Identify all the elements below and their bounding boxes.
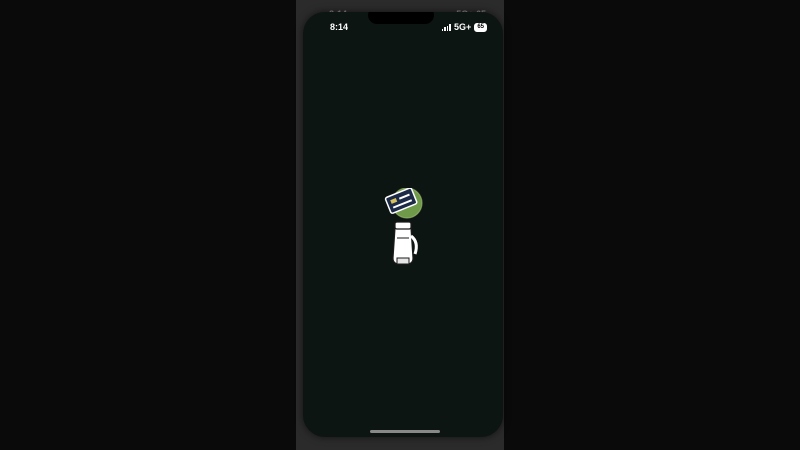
battery-icon: 65 [474, 22, 487, 32]
golf-bag-with-credit-card-icon [384, 188, 423, 265]
letterbox-right [504, 0, 800, 450]
network-label: 5G+ [454, 22, 472, 32]
golf-bag-shape [392, 221, 418, 265]
status-indicators: 5G+ 65 [441, 22, 487, 32]
phone-screen: 8:14 5G+ 65 [303, 12, 503, 437]
cellular-signal-icon [441, 23, 452, 31]
status-time: 8:14 [330, 22, 349, 32]
video-frame: 8:14 5G+ 65 8:14 5G+ 65 [0, 0, 800, 450]
status-bar: 8:14 5G+ 65 [303, 20, 503, 34]
letterbox-left [0, 0, 296, 450]
home-indicator[interactable] [370, 430, 440, 433]
